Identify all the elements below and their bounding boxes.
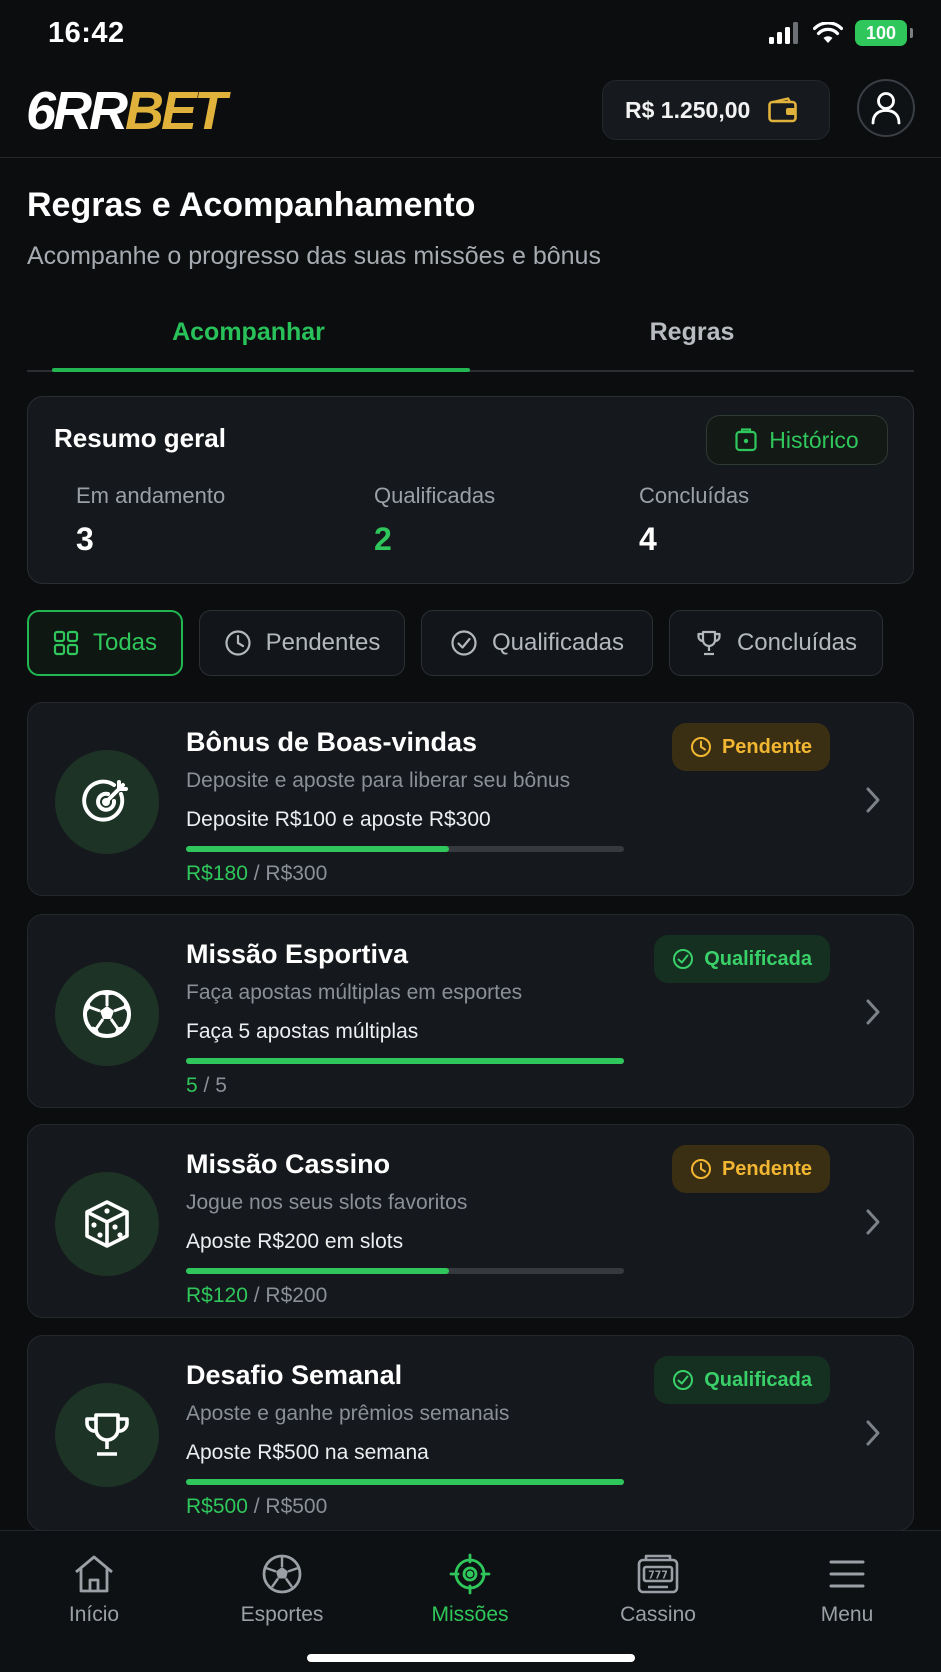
- stat-in-progress: Em andamento 3: [76, 483, 226, 557]
- mission-icon-badge: [55, 750, 159, 854]
- status-badge: Pendente: [671, 1145, 830, 1193]
- filter-todas[interactable]: Todas: [27, 610, 183, 676]
- mission-progress-bar: [186, 1479, 624, 1485]
- filter-pendentes[interactable]: Pendentes: [199, 610, 405, 676]
- status-icons: 100: [769, 20, 913, 46]
- mission-card-casino[interactable]: Missão Cassino Jogue nos seus slots favo…: [27, 1124, 914, 1318]
- chevron-right-icon[interactable]: [865, 1208, 881, 1236]
- summary-title: Resumo geral: [54, 423, 226, 453]
- svg-text:777: 777: [648, 1569, 668, 1582]
- home-indicator: [307, 1654, 635, 1662]
- mission-goal: Faça 5 apostas múltiplas: [186, 1020, 419, 1043]
- nav-inicio[interactable]: Início: [34, 1553, 154, 1627]
- brand-logo[interactable]: 6RRBET: [26, 81, 227, 141]
- tab-bar: Acompanhar Regras: [27, 300, 914, 372]
- status-bar: 16:42 100: [0, 0, 941, 66]
- status-badge: Qualificada: [654, 1356, 830, 1404]
- chevron-right-icon[interactable]: [865, 1419, 881, 1447]
- wifi-icon: [813, 22, 843, 44]
- trophy-icon: [82, 1410, 132, 1460]
- nav-missoes[interactable]: Missões: [410, 1553, 530, 1627]
- mission-title: Bônus de Boas-vindas: [186, 727, 478, 757]
- clock-icon: [690, 1158, 712, 1180]
- mission-progress-bar: [186, 846, 624, 852]
- mission-progress-text: R$180 / R$300: [186, 862, 328, 885]
- tab-regras[interactable]: Regras: [470, 318, 914, 347]
- soccer-ball-icon: [81, 988, 133, 1040]
- mission-icon-badge: [55, 1383, 159, 1487]
- history-icon: [735, 428, 757, 452]
- mission-progress-text: 5 / 5: [186, 1074, 227, 1097]
- history-label: Histórico: [769, 426, 859, 453]
- mission-goal: Aposte R$200 em slots: [186, 1230, 404, 1253]
- status-badge: Pendente: [671, 723, 830, 771]
- mission-goal: Deposite R$100 e aposte R$300: [186, 808, 491, 831]
- signal-icon: [769, 22, 801, 44]
- app-header: 6RRBET R$ 1.250,00: [0, 66, 941, 158]
- nav-esportes[interactable]: Esportes: [222, 1553, 342, 1627]
- mission-title: Desafio Semanal: [186, 1360, 403, 1390]
- mission-description: Faça apostas múltiplas em esportes: [186, 981, 523, 1004]
- mission-progress-bar: [186, 1058, 624, 1064]
- filter-qualificadas[interactable]: Qualificadas: [421, 610, 653, 676]
- home-icon: [72, 1553, 116, 1595]
- mission-icon-badge: [55, 962, 159, 1066]
- profile-button[interactable]: [857, 79, 915, 137]
- page-title: Regras e Acompanhamento: [27, 186, 476, 224]
- history-button[interactable]: Histórico: [706, 415, 888, 465]
- mission-card-weekly-challenge[interactable]: Desafio Semanal Aposte e ganhe prêmios s…: [27, 1335, 914, 1531]
- mission-card-sports[interactable]: Missão Esportiva Faça apostas múltiplas …: [27, 914, 914, 1108]
- mission-icon-badge: [55, 1172, 159, 1276]
- mission-description: Aposte e ganhe prêmios semanais: [186, 1402, 510, 1425]
- bottom-nav: Início Esportes Missões 777 Cassino Menu: [0, 1530, 941, 1672]
- grid-icon: [53, 630, 79, 656]
- balance-amount: R$ 1.250,00: [625, 96, 751, 123]
- target-icon: [81, 776, 133, 828]
- chevron-right-icon[interactable]: [865, 998, 881, 1026]
- chevron-right-icon[interactable]: [865, 786, 881, 814]
- check-circle-icon: [672, 948, 694, 970]
- mission-description: Deposite e aposte para liberar seu bônus: [186, 769, 571, 792]
- mission-progress-text: R$120 / R$200: [186, 1284, 328, 1307]
- stat-completed: Concluídas 4: [639, 483, 750, 557]
- dice-icon: [81, 1198, 133, 1250]
- status-time: 16:42: [48, 17, 125, 49]
- battery-icon: 100: [855, 20, 913, 46]
- target-icon: [448, 1553, 492, 1595]
- status-badge: Qualificada: [654, 935, 830, 983]
- mission-title: Missão Cassino: [186, 1149, 391, 1179]
- soccer-ball-icon: [261, 1553, 303, 1595]
- tab-acompanhar[interactable]: Acompanhar: [27, 318, 470, 347]
- clock-icon: [690, 736, 712, 758]
- check-circle-icon: [450, 629, 478, 657]
- summary-card: Resumo geral Histórico Em andamento 3 Qu…: [27, 396, 914, 584]
- mission-progress-text: R$500 / R$500: [186, 1495, 328, 1518]
- balance-button[interactable]: R$ 1.250,00: [602, 80, 830, 140]
- clock-icon: [224, 629, 252, 657]
- hamburger-icon: [827, 1553, 867, 1595]
- slot-machine-icon: 777: [636, 1553, 680, 1595]
- user-icon: [870, 91, 902, 125]
- mission-goal: Aposte R$500 na semana: [186, 1441, 429, 1464]
- check-circle-icon: [672, 1369, 694, 1391]
- mission-card-welcome-bonus[interactable]: Bônus de Boas-vindas Deposite e aposte p…: [27, 702, 914, 896]
- active-tab-indicator: [52, 368, 470, 372]
- page-subtitle: Acompanhe o progresso das suas missões e…: [27, 242, 601, 270]
- filter-concluidas[interactable]: Concluídas: [669, 610, 883, 676]
- wallet-icon: [768, 97, 798, 123]
- stat-qualified: Qualificadas 2: [374, 483, 496, 557]
- trophy-icon: [695, 629, 723, 657]
- mission-title: Missão Esportiva: [186, 939, 409, 969]
- nav-cassino[interactable]: 777 Cassino: [598, 1553, 718, 1627]
- mission-description: Jogue nos seus slots favoritos: [186, 1191, 468, 1214]
- nav-menu[interactable]: Menu: [787, 1553, 907, 1627]
- mission-progress-bar: [186, 1268, 624, 1274]
